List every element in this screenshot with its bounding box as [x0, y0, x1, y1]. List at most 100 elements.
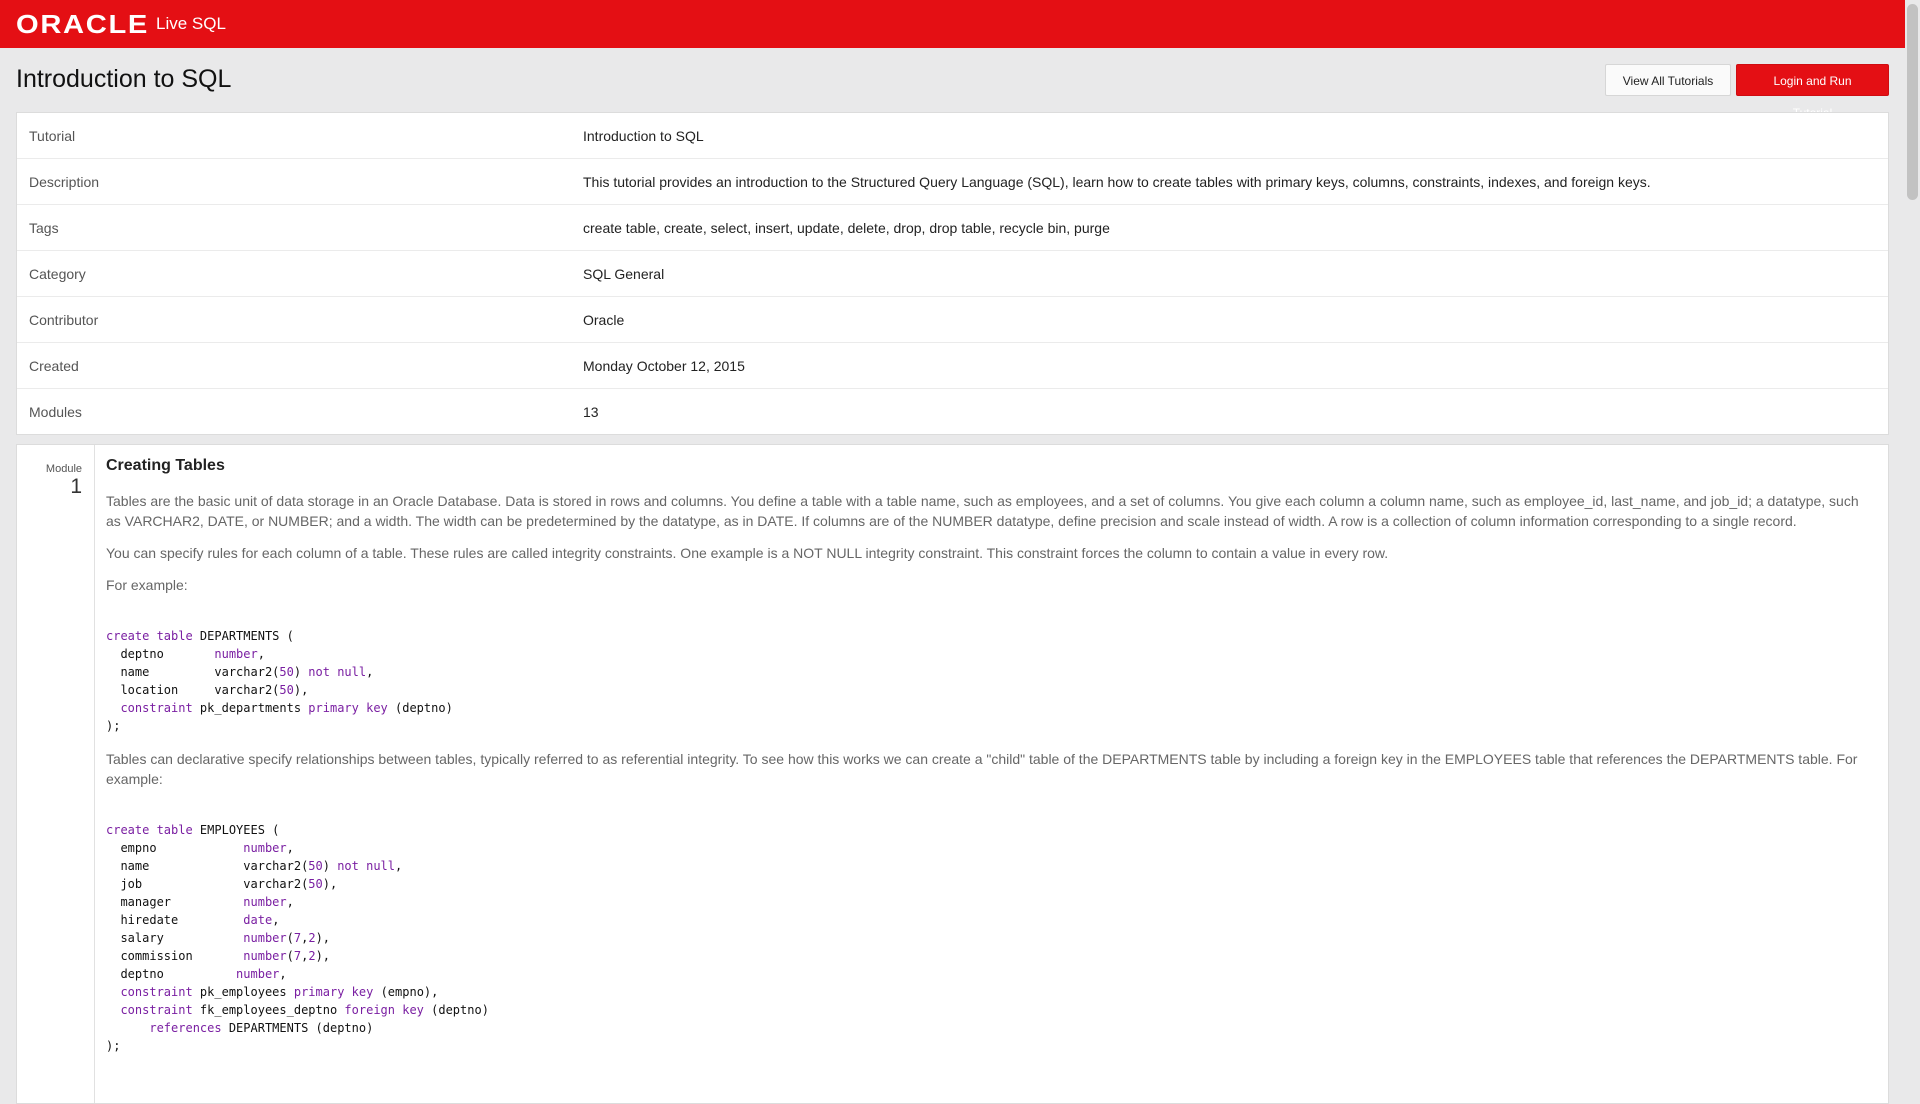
code-keyword: 50	[308, 859, 323, 873]
code-keyword: primary key	[293, 985, 374, 999]
module-panel: Module 1 Creating Tables Tables are the …	[16, 444, 1889, 1104]
code-text: commission	[106, 949, 244, 963]
info-label: Category	[29, 265, 86, 282]
code-text: name varchar2(	[106, 859, 309, 873]
info-row-category: Category SQL General	[17, 251, 1888, 297]
info-label: Tutorial	[29, 127, 76, 144]
code-text: name varchar2(	[106, 665, 280, 679]
code-keyword: 2	[308, 931, 316, 945]
tutorial-info-table: Tutorial Introduction to SQL Description…	[16, 112, 1889, 435]
code-text: ,	[366, 665, 374, 679]
info-value: Introduction to SQL	[583, 127, 704, 144]
info-label: Tags	[29, 219, 59, 236]
module-sidebar: Module 1	[17, 445, 95, 1103]
code-text: empno	[106, 841, 244, 855]
info-value: This tutorial provides an introduction t…	[583, 173, 1651, 190]
code-keyword: 50	[308, 877, 323, 891]
code-text: (	[286, 949, 294, 963]
code-text: (deptno)	[423, 1003, 489, 1017]
oracle-logo-text: ORACLE	[16, 8, 150, 39]
code-text: EMPLOYEES (	[192, 823, 280, 837]
code-text: fk_employees_deptno	[192, 1003, 345, 1017]
code-text: ),	[315, 949, 331, 963]
code-text: hiredate	[106, 913, 244, 927]
module-label: Module	[45, 463, 82, 475]
code-keyword: number	[214, 647, 258, 661]
code-keyword: not null	[337, 859, 395, 873]
code-text: pk_employees	[192, 985, 294, 999]
code-keyword: constraint	[120, 985, 193, 999]
info-label: Contributor	[29, 311, 99, 328]
info-label: Description	[29, 173, 100, 190]
code-text: );	[106, 719, 121, 733]
code-text: )	[322, 859, 338, 873]
code-text: ),	[315, 931, 331, 945]
scrollbar-thumb[interactable]	[1907, 4, 1918, 200]
view-all-tutorials-button[interactable]: View All Tutorials	[1605, 64, 1731, 96]
module-paragraph: Tables are the basic unit of data storag…	[106, 493, 1859, 529]
info-row-created: Created Monday October 12, 2015	[17, 343, 1888, 389]
info-row-description: Description This tutorial provides an in…	[17, 159, 1888, 205]
code-text: ,	[272, 913, 280, 927]
code-text: location varchar2(	[106, 683, 280, 697]
code-keyword: number	[243, 949, 287, 963]
info-row-contributor: Contributor Oracle	[17, 297, 1888, 343]
module-paragraph: Tables can declarative specify relations…	[106, 751, 1858, 787]
code-text: DEPARTMENTS (	[192, 629, 294, 643]
code-text: );	[106, 1039, 121, 1053]
code-keyword: primary key	[308, 701, 388, 715]
code-text: (empno),	[373, 985, 439, 999]
info-label: Created	[29, 357, 79, 374]
module-content: Creating Tables Tables are the basic uni…	[106, 457, 1876, 1069]
code-text: (deptno)	[387, 701, 453, 715]
code-text: pk_departments	[192, 701, 309, 715]
code-keyword: create table	[106, 629, 193, 643]
code-keyword: number	[243, 931, 287, 945]
code-text: DEPARTMENTS (deptno)	[221, 1021, 374, 1035]
info-row-modules: Modules 13	[17, 389, 1888, 434]
code-keyword: references	[149, 1021, 222, 1035]
code-keyword: date	[243, 913, 273, 927]
top-navigation-bar: ORACLE Live SQL	[0, 0, 1920, 48]
code-text: ,	[395, 859, 403, 873]
code-keyword: number	[243, 841, 287, 855]
page-header: Introduction to SQL View All Tutorials L…	[16, 62, 1889, 120]
sql-code-block-departments: create table DEPARTMENTS ( deptno number…	[106, 607, 1876, 735]
code-text: ,	[286, 841, 294, 855]
code-text: )	[293, 665, 309, 679]
code-text: deptno	[106, 647, 215, 661]
code-keyword: constraint	[120, 1003, 193, 1017]
code-text: ,	[286, 895, 294, 909]
code-text: ,	[279, 967, 287, 981]
module-number: 1	[70, 475, 82, 498]
code-text: manager	[106, 895, 244, 909]
code-keyword: create table	[106, 823, 193, 837]
code-keyword: 50	[279, 665, 294, 679]
info-value: Monday October 12, 2015	[583, 357, 745, 374]
module-paragraph: For example:	[106, 577, 188, 593]
info-value: SQL General	[583, 265, 665, 282]
module-paragraph: You can specify rules for each column of…	[106, 545, 1389, 561]
page-title: Introduction to SQL	[16, 65, 232, 93]
code-text: salary	[106, 931, 244, 945]
code-text: ),	[322, 877, 338, 891]
info-value: Oracle	[583, 311, 625, 328]
login-and-run-tutorial-button[interactable]: Login and Run Tutorial	[1736, 64, 1889, 120]
page-scrollbar[interactable]	[1905, 0, 1920, 1080]
info-value: create table, create, select, insert, up…	[583, 219, 1110, 236]
info-row-tutorial: Tutorial Introduction to SQL	[17, 113, 1888, 159]
code-text: deptno	[106, 967, 237, 981]
code-text: ),	[293, 683, 309, 697]
code-keyword: foreign key	[344, 1003, 424, 1017]
code-keyword: 2	[308, 949, 316, 963]
code-text: (	[286, 931, 294, 945]
sql-code-block-employees: create table EMPLOYEES ( empno number, n…	[106, 801, 1876, 1055]
code-keyword: not null	[308, 665, 367, 679]
oracle-live-sql-logo[interactable]: ORACLE Live SQL	[16, 9, 226, 40]
module-title: Creating Tables	[106, 457, 225, 474]
info-row-tags: Tags create table, create, select, inser…	[17, 205, 1888, 251]
